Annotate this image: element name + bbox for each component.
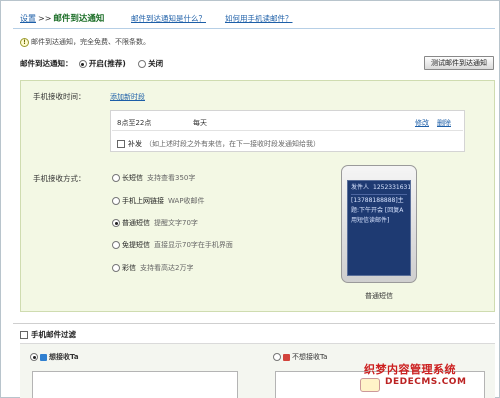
method-name[interactable]: 普通短信 xyxy=(122,219,150,227)
resend-description: （如上述时段之外有来信，在下一接收时段发通知给我） xyxy=(145,140,320,148)
method-radio-selected[interactable] xyxy=(112,219,120,227)
notification-toggle-row: 邮件到达通知： 开启(推荐) 关闭 xyxy=(20,58,163,69)
delete-slot-link[interactable]: 删除 xyxy=(437,118,451,128)
want-receive-label[interactable]: 想接收Ta xyxy=(49,353,79,361)
watermark-logo-icon xyxy=(360,378,380,392)
mail-filter-checkbox[interactable] xyxy=(20,331,28,339)
method-option-long-sms[interactable]: 长短信 支持查看350字 xyxy=(112,173,195,183)
method-desc: 提醒文字70字 xyxy=(154,219,198,227)
method-desc: 直接显示70字在手机界面 xyxy=(154,241,233,249)
watermark-cn: 织梦内容管理系统 xyxy=(364,363,456,376)
notification-on-radio[interactable] xyxy=(78,60,87,68)
method-name[interactable]: 彩信 xyxy=(122,264,136,272)
info-text: 邮件到达通知，完全免费、不限条数。 xyxy=(31,38,150,46)
header-divider xyxy=(13,28,495,29)
receive-method-label: 手机接收方式： xyxy=(33,174,86,183)
not-want-receive-radio[interactable] xyxy=(273,353,281,361)
breadcrumb: 设置 >> 邮件到达通知 xyxy=(20,12,104,24)
mail-filter-row: 手机邮件过滤 xyxy=(20,329,76,340)
read-mail-on-phone-link[interactable]: 如何用手机读邮件？ xyxy=(225,13,293,24)
phone-sender-line: 发件人 12523316316 xyxy=(351,183,410,195)
not-want-receive-label[interactable]: 不想接收Ta xyxy=(292,353,327,361)
resend-row: 补发 （如上述时段之外有来信，在下一接收时段发通知给我） xyxy=(117,139,320,149)
method-name[interactable]: 长短信 xyxy=(122,174,143,182)
method-name[interactable]: 手机上网链接 xyxy=(122,197,164,205)
method-name[interactable]: 免提短信 xyxy=(122,241,150,249)
receive-time-label: 手机接收时间： xyxy=(33,92,86,101)
breadcrumb-separator: >> xyxy=(38,14,52,23)
method-radio[interactable] xyxy=(112,241,120,249)
time-slot-repeat: 每天 xyxy=(193,119,207,127)
want-receive-option[interactable]: 想接收Ta xyxy=(30,352,79,362)
method-option-wap-link[interactable]: 手机上网链接 WAP收邮件 xyxy=(112,196,205,206)
edit-slot-link[interactable]: 修改 xyxy=(415,118,429,128)
phone-preview-caption: 普通短信 xyxy=(365,292,393,300)
breadcrumb-home-link[interactable]: 设置 xyxy=(20,14,36,23)
method-option-normal-sms[interactable]: 普通短信 提醒文字70字 xyxy=(112,218,198,228)
method-option-flash-sms[interactable]: 免提短信 直接显示70字在手机界面 xyxy=(112,240,233,250)
add-time-slot-link[interactable]: 添加新时段 xyxy=(110,92,145,102)
phone-message-body: [13788188888]主题:下午开会 [回复A用短信读邮件] xyxy=(351,197,404,224)
info-notice: ! 邮件到达通知，完全免费、不限条数。 xyxy=(20,37,150,47)
method-radio[interactable] xyxy=(112,174,120,182)
method-desc: 支持查看350字 xyxy=(147,174,196,182)
test-notification-button[interactable]: 测试邮件到达通知 xyxy=(424,56,494,70)
notification-label: 邮件到达通知： xyxy=(20,59,73,68)
method-radio[interactable] xyxy=(112,197,120,205)
method-option-mms[interactable]: 彩信 支持看高达2万字 xyxy=(112,263,193,273)
phone-sender-number: 12523316316 xyxy=(373,184,411,191)
notification-on-label[interactable]: 开启(推荐) xyxy=(89,59,126,68)
method-desc: WAP收邮件 xyxy=(168,197,205,205)
watermark-en: DEDECMS.COM xyxy=(385,377,467,387)
method-radio[interactable] xyxy=(112,264,120,272)
phone-sender-label: 发件人 xyxy=(351,184,370,191)
what-is-notification-link[interactable]: 邮件到达通知是什么？ xyxy=(131,13,206,24)
not-want-receive-option[interactable]: 不想接收Ta xyxy=(273,352,327,362)
notification-off-label[interactable]: 关闭 xyxy=(148,59,163,68)
slot-divider xyxy=(112,130,463,131)
notification-off-radio[interactable] xyxy=(138,60,147,68)
contact-block-icon xyxy=(283,353,290,361)
mail-filter-label[interactable]: 手机邮件过滤 xyxy=(31,330,76,339)
filter-divider xyxy=(13,323,495,324)
phone-screen: 发件人 12523316316 [13788188888]主题:下午开会 [回复A… xyxy=(347,180,411,276)
time-slot-range: 8点至22点 xyxy=(117,119,152,127)
page-title: 邮件到达通知 xyxy=(53,14,105,24)
resend-label[interactable]: 补发 xyxy=(128,140,142,148)
contact-allow-icon xyxy=(40,353,47,361)
info-icon: ! xyxy=(20,37,29,47)
want-receive-radio[interactable] xyxy=(30,353,38,361)
resend-checkbox[interactable] xyxy=(117,140,125,148)
method-desc: 支持看高达2万字 xyxy=(140,264,194,272)
allow-list-box[interactable] xyxy=(32,371,238,398)
